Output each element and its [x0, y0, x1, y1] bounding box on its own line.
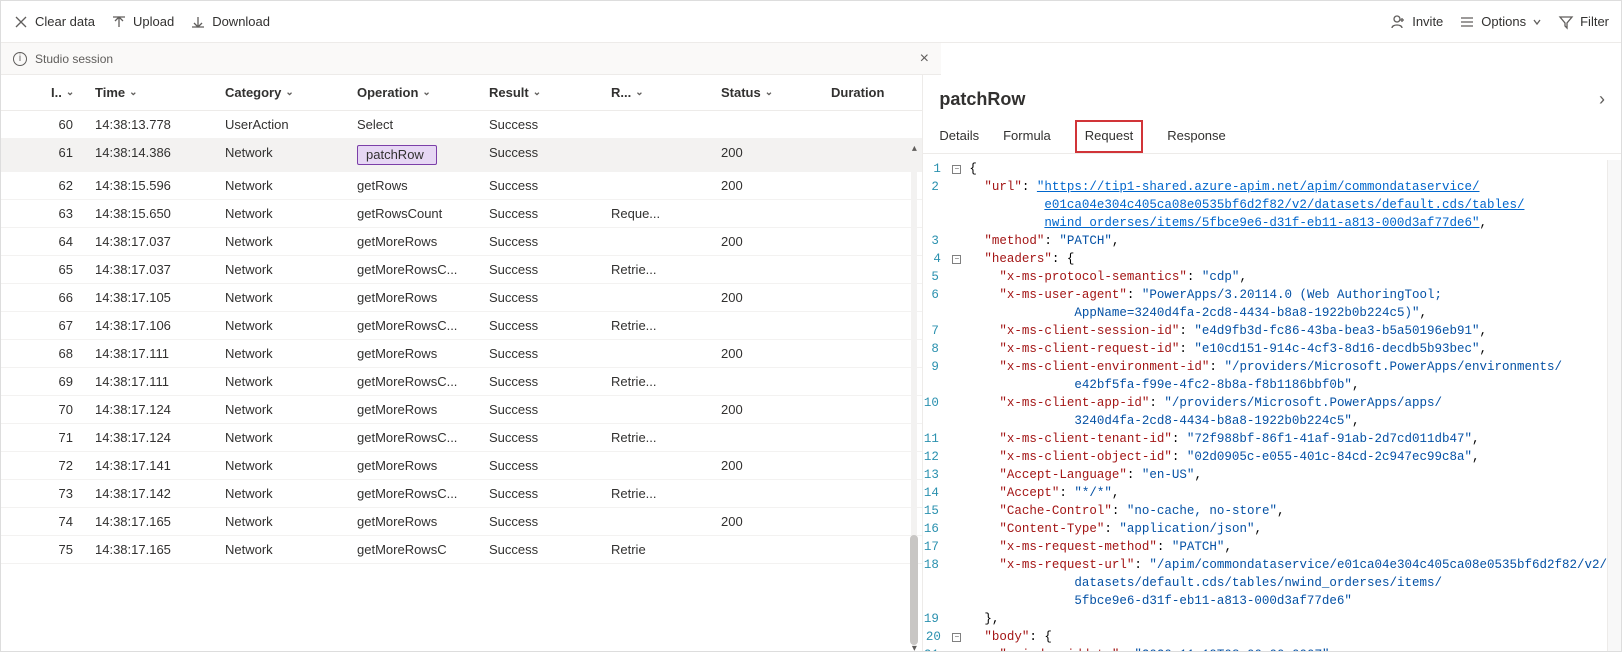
- invite-label: Invite: [1412, 14, 1443, 29]
- clear-data-button[interactable]: Clear data: [13, 14, 95, 30]
- code-scrollbar[interactable]: [1607, 160, 1621, 651]
- person-add-icon: [1390, 14, 1406, 30]
- session-close-button[interactable]: ×: [920, 50, 929, 68]
- table-row[interactable]: 7014:38:17.124NetworkgetMoreRowsSuccess2…: [1, 396, 922, 424]
- code-gutter: 1 −2 3 4 −5 6 7 8 9 10 11 12 13 14 15 16…: [923, 160, 969, 651]
- table-row[interactable]: 6014:38:13.778UserActionSelectSuccess: [1, 111, 922, 139]
- col-r2[interactable]: R...⌄: [611, 85, 721, 100]
- info-icon: i: [13, 52, 27, 66]
- table-row[interactable]: 6214:38:15.596NetworkgetRowsSuccess200: [1, 172, 922, 200]
- col-result[interactable]: Result⌄: [489, 85, 611, 100]
- chevron-right-icon[interactable]: ›: [1599, 89, 1605, 110]
- chevron-down-icon: ⌄: [285, 87, 293, 98]
- filter-icon: [1558, 14, 1574, 30]
- chevron-down-icon: ⌄: [765, 87, 773, 98]
- col-status[interactable]: Status⌄: [721, 85, 831, 100]
- table-row[interactable]: 6414:38:17.037NetworkgetMoreRowsSuccess2…: [1, 228, 922, 256]
- table-row[interactable]: 6614:38:17.105NetworkgetMoreRowsSuccess2…: [1, 284, 922, 312]
- tab-formula[interactable]: Formula: [1003, 120, 1051, 153]
- table-row[interactable]: 6914:38:17.111NetworkgetMoreRowsC...Succ…: [1, 368, 922, 396]
- upload-icon: [111, 14, 127, 30]
- session-label: Studio session: [35, 52, 113, 66]
- download-button[interactable]: Download: [190, 14, 270, 30]
- chevron-down-icon: ⌄: [66, 87, 74, 98]
- table-row[interactable]: 7114:38:17.124NetworkgetMoreRowsC...Succ…: [1, 424, 922, 452]
- table-row[interactable]: 7414:38:17.165NetworkgetMoreRowsSuccess2…: [1, 508, 922, 536]
- grid-header: I..⌄ Time⌄ Category⌄ Operation⌄ Result⌄ …: [1, 75, 922, 111]
- chevron-down-icon: ⌄: [635, 87, 643, 98]
- col-operation[interactable]: Operation⌄: [357, 85, 489, 100]
- chevron-down-icon: [1532, 17, 1542, 27]
- upload-label: Upload: [133, 14, 174, 29]
- detail-tabs: Details Formula Request Response: [923, 120, 1621, 154]
- close-icon: [13, 14, 29, 30]
- table-row[interactable]: 6714:38:17.106NetworkgetMoreRowsC...Succ…: [1, 312, 922, 340]
- scroll-up-icon[interactable]: ▴: [909, 143, 919, 153]
- code-content: { "url": "https://tip1-shared.azure-apim…: [969, 160, 1607, 651]
- invite-button[interactable]: Invite: [1390, 14, 1443, 30]
- download-label: Download: [212, 14, 270, 29]
- scrollbar[interactable]: ▴ ▾: [908, 155, 920, 641]
- clear-label: Clear data: [35, 14, 95, 29]
- col-index[interactable]: I..⌄: [31, 85, 95, 100]
- filter-label: Filter: [1580, 14, 1609, 29]
- table-row[interactable]: 6814:38:17.111NetworkgetMoreRowsSuccess2…: [1, 340, 922, 368]
- trace-grid: I..⌄ Time⌄ Category⌄ Operation⌄ Result⌄ …: [1, 75, 923, 651]
- col-duration[interactable]: Duration: [831, 85, 922, 100]
- session-bar: i Studio session ×: [1, 43, 941, 75]
- tab-response[interactable]: Response: [1167, 120, 1226, 153]
- download-icon: [190, 14, 206, 30]
- options-label: Options: [1481, 14, 1526, 29]
- table-row[interactable]: 7514:38:17.165NetworkgetMoreRowsCSuccess…: [1, 536, 922, 564]
- detail-panel: patchRow › Details Formula Request Respo…: [923, 75, 1621, 651]
- chevron-down-icon: ⌄: [422, 87, 430, 98]
- grid-body[interactable]: 6014:38:13.778UserActionSelectSuccess611…: [1, 111, 922, 651]
- col-time[interactable]: Time⌄: [95, 85, 225, 100]
- toolbar: Clear data Upload Download Invite Option…: [1, 1, 1621, 43]
- upload-button[interactable]: Upload: [111, 14, 174, 30]
- table-row[interactable]: 7314:38:17.142NetworkgetMoreRowsC...Succ…: [1, 480, 922, 508]
- code-viewer[interactable]: 1 −2 3 4 −5 6 7 8 9 10 11 12 13 14 15 16…: [923, 154, 1621, 651]
- list-icon: [1459, 14, 1475, 30]
- chevron-down-icon: ⌄: [129, 87, 137, 98]
- tab-request[interactable]: Request: [1075, 120, 1143, 153]
- table-row[interactable]: 6514:38:17.037NetworkgetMoreRowsC...Succ…: [1, 256, 922, 284]
- table-row[interactable]: 6314:38:15.650NetworkgetRowsCountSuccess…: [1, 200, 922, 228]
- filter-button[interactable]: Filter: [1558, 14, 1609, 30]
- tab-details[interactable]: Details: [939, 120, 979, 153]
- options-button[interactable]: Options: [1459, 14, 1542, 30]
- detail-title: patchRow: [939, 89, 1025, 110]
- table-row[interactable]: 6114:38:14.386NetworkpatchRowSuccess200: [1, 139, 922, 172]
- table-row[interactable]: 7214:38:17.141NetworkgetMoreRowsSuccess2…: [1, 452, 922, 480]
- col-category[interactable]: Category⌄: [225, 85, 357, 100]
- chevron-down-icon: ⌄: [533, 87, 541, 98]
- scroll-thumb[interactable]: [910, 535, 918, 645]
